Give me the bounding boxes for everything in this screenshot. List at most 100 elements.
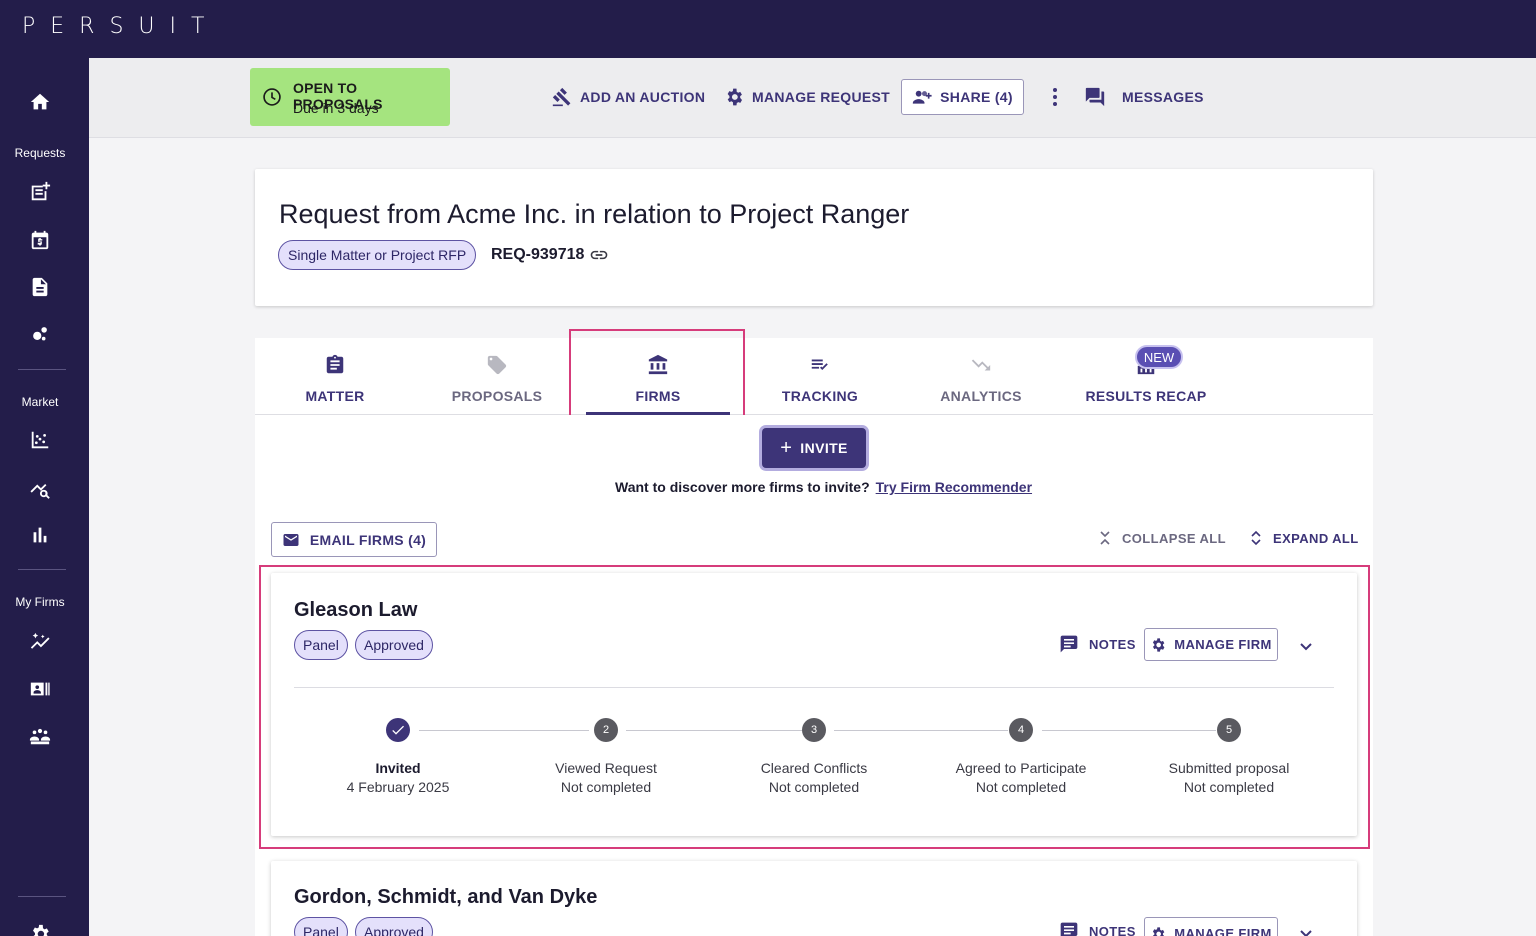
- firm-card: Gordon, Schmidt, and Van Dyke Panel Appr…: [271, 861, 1357, 936]
- request-title: Request from Acme Inc. in relation to Pr…: [279, 199, 910, 229]
- billing-calendar-icon[interactable]: [28, 228, 52, 252]
- step-name: Agreed to Participate: [955, 760, 1087, 776]
- expand-all-button[interactable]: EXPAND ALL: [1249, 530, 1359, 546]
- firm-recommender-link[interactable]: Try Firm Recommender: [876, 479, 1032, 495]
- chevron-down-icon[interactable]: [1297, 924, 1315, 936]
- chat-icon: [1085, 87, 1105, 107]
- collapse-all-label: COLLAPSE ALL: [1122, 530, 1226, 546]
- notes-button[interactable]: NOTES: [1059, 921, 1136, 936]
- sidebar-divider: [18, 896, 66, 897]
- step-status: Not completed: [560, 779, 652, 795]
- sidebar: Requests Market My Firms: [0, 58, 89, 936]
- discover-firms-text: Want to discover more firms to invite? Tr…: [615, 479, 1032, 495]
- more-vert-icon[interactable]: [1045, 85, 1065, 109]
- firm-name: Gordon, Schmidt, and Van Dyke: [294, 886, 598, 908]
- market-search-icon[interactable]: [28, 476, 52, 500]
- step-number: 2: [594, 718, 618, 742]
- firm-chip-approved: Approved: [355, 917, 433, 936]
- document-icon[interactable]: [28, 275, 52, 299]
- bar-chart-icon[interactable]: [28, 523, 52, 547]
- sidebar-section-market: Market: [21, 395, 59, 409]
- tab-matter-label: MATTER: [305, 388, 365, 404]
- step-status: Not completed: [975, 779, 1067, 795]
- notes-label: NOTES: [1089, 636, 1136, 652]
- manage-firm-button[interactable]: MANAGE FIRM: [1144, 628, 1278, 661]
- notes-label: NOTES: [1089, 923, 1136, 936]
- sparkle-chart-icon[interactable]: [28, 630, 52, 654]
- share-button[interactable]: SHARE (4): [901, 79, 1024, 115]
- settings-icon[interactable]: [28, 922, 52, 936]
- checklist-icon: [811, 359, 828, 371]
- step-number: 4: [1009, 718, 1033, 742]
- firm-directory-icon[interactable]: [28, 677, 52, 701]
- tab-results-recap-label: RESULTS RECAP: [1085, 388, 1207, 404]
- manage-firm-button[interactable]: MANAGE FIRM: [1144, 917, 1278, 936]
- sidebar-divider: [18, 569, 66, 570]
- step-connector: [626, 730, 802, 731]
- persuit-logo[interactable]: PERSUIT: [22, 14, 219, 39]
- notes-icon: [1060, 635, 1078, 653]
- bubbles-icon[interactable]: [28, 322, 52, 346]
- discover-text: Want to discover more firms to invite?: [615, 479, 870, 495]
- tab-tracking[interactable]: TRACKING: [740, 338, 900, 415]
- gear-icon: [727, 88, 742, 106]
- top-bar: PERSUIT: [0, 0, 1536, 58]
- collapse-all-button[interactable]: COLLAPSE ALL: [1098, 530, 1226, 546]
- request-header-card: Request from Acme Inc. in relation to Pr…: [255, 169, 1373, 306]
- manage-request-button[interactable]: MANAGE REQUEST: [724, 86, 890, 108]
- gavel-icon: [552, 87, 571, 107]
- tab-analytics[interactable]: ANALYTICS: [901, 338, 1061, 415]
- expand-all-label: EXPAND ALL: [1273, 530, 1359, 546]
- add-people-icon: [912, 90, 932, 104]
- invite-button[interactable]: + INVITE: [762, 428, 866, 468]
- clock-icon: [263, 88, 281, 106]
- firm-card-divider: [294, 687, 1334, 688]
- firm-card: Gleason Law Panel Approved NOTES MANAGE …: [271, 573, 1357, 836]
- step-name: Submitted proposal: [1168, 760, 1290, 776]
- email-firms-label: EMAIL FIRMS (4): [309, 531, 427, 548]
- step-name: Cleared Conflicts: [760, 760, 868, 776]
- tag-icon: [487, 355, 507, 375]
- firm-chip-approved: Approved: [355, 630, 433, 660]
- step-status: Not completed: [768, 779, 860, 795]
- firm-name: Gleason Law: [294, 599, 418, 621]
- step-name: Invited: [375, 760, 421, 776]
- invite-label: INVITE: [800, 440, 848, 456]
- home-icon[interactable]: [28, 90, 52, 114]
- step-status: Not completed: [1183, 779, 1275, 795]
- email-firms-button[interactable]: EMAIL FIRMS (4): [271, 522, 437, 557]
- team-icon[interactable]: [28, 724, 52, 748]
- add-auction-button[interactable]: ADD AN AUCTION: [552, 86, 705, 108]
- plus-icon: +: [780, 437, 793, 459]
- clipboard-icon: [326, 354, 344, 374]
- step-connector: [834, 730, 1008, 731]
- manage-firm-label: MANAGE FIRM: [1174, 926, 1272, 936]
- trend-down-icon: [971, 359, 991, 371]
- gear-icon: [1153, 926, 1165, 936]
- tab-tracking-label: TRACKING: [781, 388, 859, 404]
- sidebar-section-my-firms: My Firms: [15, 595, 65, 609]
- notes-icon: [1060, 922, 1078, 936]
- new-request-icon[interactable]: [28, 180, 52, 204]
- request-tabs: MATTER PROPOSALS FIRMS TRACKING ANALYTIC…: [255, 338, 1373, 415]
- collapse-icon: [1100, 531, 1110, 545]
- link-icon[interactable]: [589, 247, 609, 263]
- step-connector: [1042, 730, 1216, 731]
- status-chip: OPEN TO PROPOSALS Due in 3 days: [250, 68, 450, 126]
- messages-button[interactable]: MESSAGES: [1084, 86, 1204, 108]
- gear-icon: [1153, 637, 1165, 652]
- step-name: Viewed Request: [555, 760, 657, 776]
- chevron-down-icon[interactable]: [1297, 637, 1315, 655]
- tab-proposals[interactable]: PROPOSALS: [417, 338, 577, 415]
- step-connector: [419, 730, 589, 731]
- notes-button[interactable]: NOTES: [1059, 634, 1136, 654]
- scatter-chart-icon[interactable]: [28, 428, 52, 452]
- firms-tab-highlight: [569, 329, 745, 426]
- firm-chip-panel: Panel: [294, 917, 348, 936]
- tab-matter[interactable]: MATTER: [255, 338, 415, 415]
- add-auction-label: ADD AN AUCTION: [580, 89, 706, 105]
- firm-chip-panel: Panel: [294, 630, 348, 660]
- tab-proposals-label: PROPOSALS: [451, 388, 543, 404]
- step-check-icon: [386, 718, 410, 742]
- status-due: Due in 3 days: [293, 100, 379, 116]
